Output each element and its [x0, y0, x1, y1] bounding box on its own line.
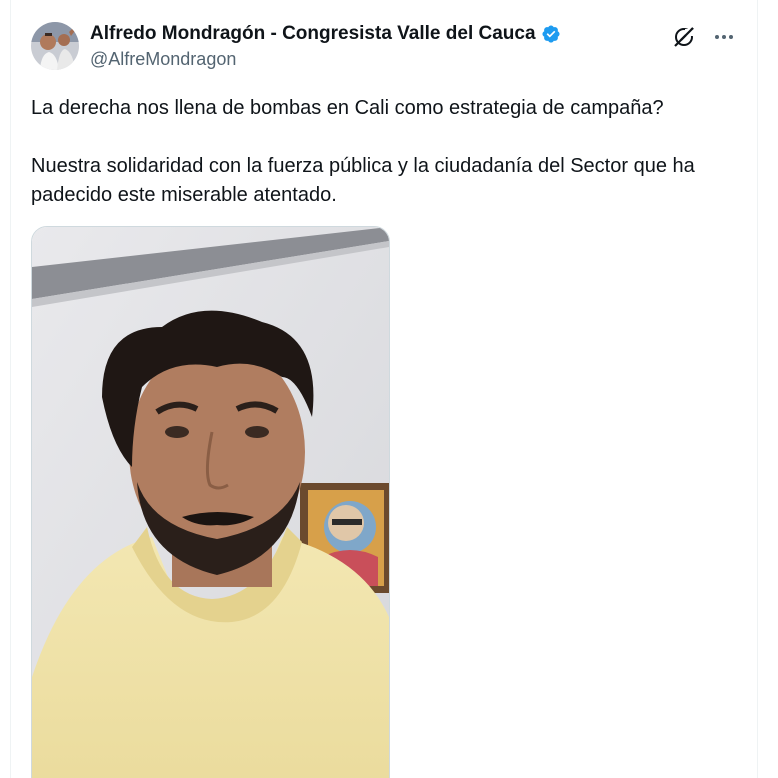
tweet-paragraph-2: Nuestra solidaridad con la fuerza públic…	[31, 155, 695, 206]
author-display-name[interactable]: Alfredo Mondragón - Congresista Valle de…	[90, 23, 536, 45]
tweet-card[interactable]: Alfredo Mondragón - Congresista Valle de…	[10, 0, 758, 778]
header-actions	[671, 24, 737, 50]
author-avatar[interactable]	[31, 22, 79, 70]
tweet-text: La derecha nos llena de bombas en Cali c…	[31, 94, 741, 210]
video-still-image	[32, 227, 389, 778]
author-handle[interactable]: @AlfreMondragon	[90, 49, 561, 70]
tweet-paragraph-1: La derecha nos llena de bombas en Cali c…	[31, 97, 664, 119]
avatar-image	[31, 22, 79, 70]
more-options-icon[interactable]	[711, 24, 737, 50]
tweet-video-thumbnail[interactable]	[31, 226, 390, 778]
name-row: Alfredo Mondragón - Congresista Valle de…	[90, 22, 561, 46]
verified-badge-icon	[541, 24, 561, 44]
tweet-header: Alfredo Mondragón - Congresista Valle de…	[90, 22, 561, 70]
grok-icon[interactable]	[671, 24, 697, 50]
